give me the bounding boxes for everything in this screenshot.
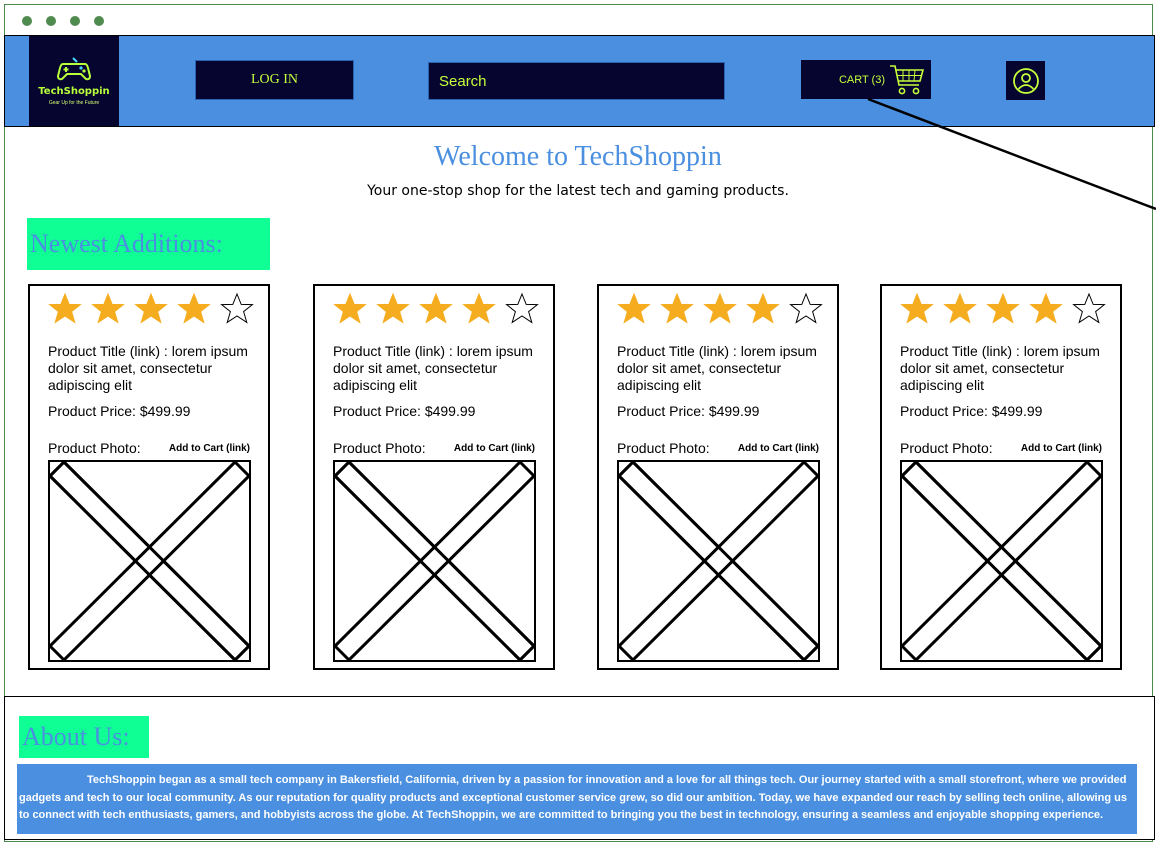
product-title-link[interactable]: Product Title (link) : lorem ipsum dolor… — [333, 343, 543, 394]
product-rating — [333, 292, 539, 326]
product-photo-label: Product Photo: — [900, 440, 993, 456]
star-icon — [505, 292, 539, 324]
product-title-link[interactable]: Product Title (link) : lorem ipsum dolor… — [48, 343, 258, 394]
star-icon — [333, 292, 367, 324]
product-price: Product Price: $499.99 — [900, 403, 1043, 419]
image-placeholder-icon — [616, 459, 821, 663]
cart-button[interactable]: CART (3) — [801, 60, 931, 99]
star-icon — [986, 292, 1020, 324]
star-icon — [48, 292, 82, 324]
user-profile-icon — [1012, 67, 1039, 94]
product-card: Product Title (link) : lorem ipsum dolor… — [28, 284, 270, 670]
add-to-cart-link[interactable]: Add to Cart (link) — [169, 443, 250, 454]
window-dot-icon[interactable] — [94, 16, 104, 26]
star-icon — [134, 292, 168, 324]
product-price: Product Price: $499.99 — [617, 403, 760, 419]
product-card: Product Title (link) : lorem ipsum dolor… — [597, 284, 839, 670]
window-controls — [22, 16, 104, 26]
site-logo[interactable]: TechShoppin Gear Up for the Future — [29, 36, 119, 126]
product-photo-label: Product Photo: — [333, 440, 426, 456]
logo-text: TechShoppin — [38, 86, 110, 97]
about-heading: About Us: — [19, 716, 149, 758]
star-icon — [900, 292, 934, 324]
star-icon — [1029, 292, 1063, 324]
shopping-cart-icon — [890, 64, 925, 94]
profile-button[interactable] — [1006, 61, 1045, 100]
star-icon — [462, 292, 496, 324]
window-dot-icon[interactable] — [70, 16, 80, 26]
star-icon — [91, 292, 125, 324]
product-photo-label: Product Photo: — [617, 440, 710, 456]
about-text: TechShoppin began as a small tech compan… — [17, 764, 1137, 834]
image-placeholder-icon — [899, 459, 1104, 663]
newest-additions-heading: Newest Additions: — [27, 218, 270, 270]
product-card: Product Title (link) : lorem ipsum dolor… — [313, 284, 555, 670]
search-input[interactable] — [428, 62, 725, 100]
star-icon — [220, 292, 254, 324]
window-dot-icon[interactable] — [46, 16, 56, 26]
star-icon — [1072, 292, 1106, 324]
add-to-cart-link[interactable]: Add to Cart (link) — [738, 443, 819, 454]
star-icon — [177, 292, 211, 324]
image-placeholder-icon — [332, 459, 537, 663]
image-placeholder-icon — [47, 459, 252, 663]
star-icon — [943, 292, 977, 324]
add-to-cart-link[interactable]: Add to Cart (link) — [454, 443, 535, 454]
star-icon — [376, 292, 410, 324]
star-icon — [660, 292, 694, 324]
product-rating — [900, 292, 1106, 326]
product-title-link[interactable]: Product Title (link) : lorem ipsum dolor… — [900, 343, 1110, 394]
product-card: Product Title (link) : lorem ipsum dolor… — [880, 284, 1122, 670]
star-icon — [746, 292, 780, 324]
product-photo[interactable] — [616, 459, 821, 663]
page-title: Welcome to TechShoppin — [434, 141, 722, 172]
star-icon — [703, 292, 737, 324]
product-price: Product Price: $499.99 — [48, 403, 191, 419]
product-photo[interactable] — [332, 459, 537, 663]
product-title-link[interactable]: Product Title (link) : lorem ipsum dolor… — [617, 343, 827, 394]
star-icon — [617, 292, 651, 324]
add-to-cart-link[interactable]: Add to Cart (link) — [1021, 443, 1102, 454]
product-photo[interactable] — [899, 459, 1104, 663]
logo-tagline: Gear Up for the Future — [48, 100, 100, 106]
gamepad-icon — [57, 57, 91, 81]
product-rating — [48, 292, 254, 326]
login-button[interactable]: LOG IN — [195, 60, 354, 100]
star-icon — [789, 292, 823, 324]
cart-label: CART (3) — [838, 73, 885, 86]
product-rating — [617, 292, 823, 326]
window-dot-icon[interactable] — [22, 16, 32, 26]
product-photo-label: Product Photo: — [48, 440, 141, 456]
site-header: TechShoppin Gear Up for the Future LOG I… — [4, 35, 1155, 127]
product-photo[interactable] — [47, 459, 252, 663]
product-price: Product Price: $499.99 — [333, 403, 476, 419]
star-icon — [419, 292, 453, 324]
page-subtitle: Your one-stop shop for the latest tech a… — [367, 183, 789, 199]
